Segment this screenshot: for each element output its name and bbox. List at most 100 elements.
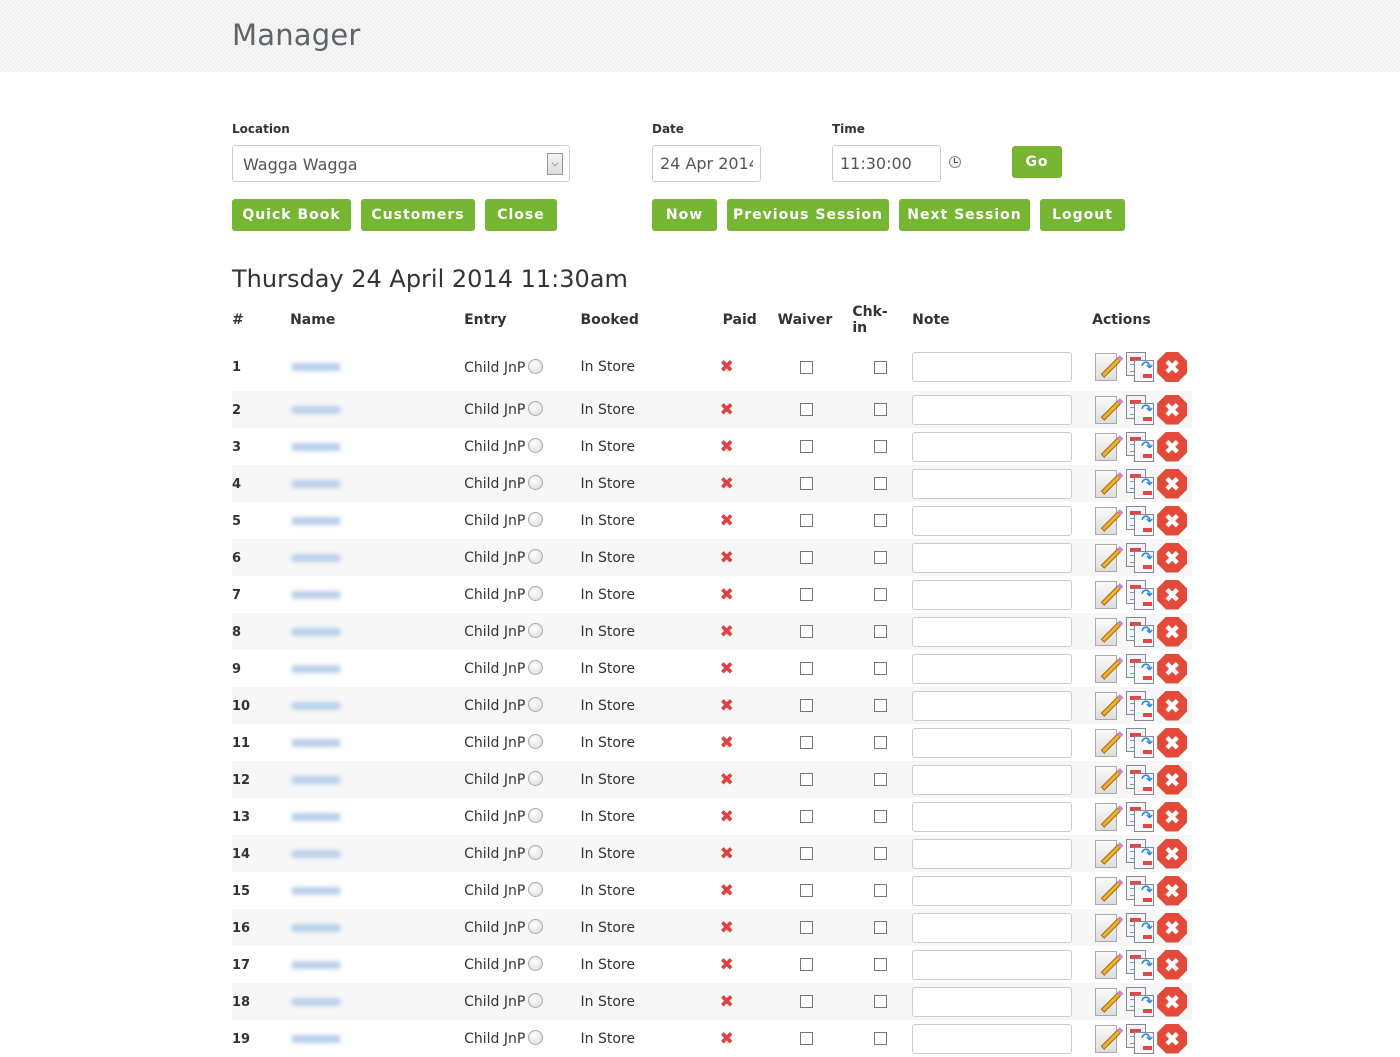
customer-name-link[interactable] <box>291 849 342 858</box>
note-input[interactable] <box>912 431 1073 462</box>
entry-status-icon[interactable] <box>528 623 544 638</box>
time-input[interactable] <box>832 145 941 182</box>
entry-status-icon[interactable] <box>528 734 544 749</box>
clock-icon[interactable] <box>949 156 961 168</box>
red-x-icon[interactable]: ✖ <box>720 548 734 568</box>
waiver-checkbox[interactable] <box>799 773 813 786</box>
entry-status-icon[interactable] <box>528 882 544 897</box>
move-icon[interactable]: ↷ <box>1124 949 1156 981</box>
move-icon[interactable]: ↷ <box>1124 875 1156 907</box>
note-input[interactable] <box>912 352 1073 382</box>
checkin-checkbox[interactable] <box>874 884 888 897</box>
edit-icon[interactable] <box>1092 616 1124 648</box>
entry-status-icon[interactable] <box>528 808 544 823</box>
delete-icon[interactable]: ✖ <box>1156 838 1188 870</box>
red-x-icon[interactable]: ✖ <box>720 696 734 716</box>
delete-icon[interactable]: ✖ <box>1156 351 1188 383</box>
edit-icon[interactable] <box>1092 1023 1124 1055</box>
entry-status-icon[interactable] <box>528 771 544 786</box>
delete-icon[interactable]: ✖ <box>1156 949 1188 981</box>
next-session-button[interactable]: Next Session <box>899 199 1030 231</box>
red-x-icon[interactable]: ✖ <box>720 992 734 1012</box>
checkin-checkbox[interactable] <box>874 360 888 374</box>
note-input[interactable] <box>912 542 1073 573</box>
move-icon[interactable]: ↷ <box>1124 468 1156 500</box>
customer-name-link[interactable] <box>291 405 342 414</box>
edit-icon[interactable] <box>1092 690 1124 722</box>
waiver-checkbox[interactable] <box>799 403 813 416</box>
edit-icon[interactable] <box>1092 351 1124 383</box>
move-icon[interactable]: ↷ <box>1124 394 1156 426</box>
entry-status-icon[interactable] <box>528 697 544 712</box>
red-x-icon[interactable]: ✖ <box>720 511 734 531</box>
entry-status-icon[interactable] <box>528 438 544 453</box>
note-input[interactable] <box>912 505 1073 536</box>
checkin-checkbox[interactable] <box>874 514 888 527</box>
move-icon[interactable]: ↷ <box>1124 653 1156 685</box>
delete-icon[interactable]: ✖ <box>1156 727 1188 759</box>
move-icon[interactable]: ↷ <box>1124 616 1156 648</box>
edit-icon[interactable] <box>1092 912 1124 944</box>
entry-status-icon[interactable] <box>528 845 544 860</box>
customer-name-link[interactable] <box>291 923 342 932</box>
waiver-checkbox[interactable] <box>799 625 813 638</box>
waiver-checkbox[interactable] <box>799 662 813 675</box>
edit-icon[interactable] <box>1092 579 1124 611</box>
edit-icon[interactable] <box>1092 838 1124 870</box>
waiver-checkbox[interactable] <box>799 995 813 1008</box>
waiver-checkbox[interactable] <box>799 477 813 490</box>
note-input[interactable] <box>912 912 1073 943</box>
move-icon[interactable]: ↷ <box>1124 1023 1156 1055</box>
waiver-checkbox[interactable] <box>799 699 813 712</box>
checkin-checkbox[interactable] <box>874 699 888 712</box>
move-icon[interactable]: ↷ <box>1124 542 1156 574</box>
customer-name-link[interactable] <box>291 701 342 710</box>
waiver-checkbox[interactable] <box>799 360 813 374</box>
note-input[interactable] <box>912 949 1073 980</box>
go-button[interactable]: Go <box>1012 146 1062 178</box>
waiver-checkbox[interactable] <box>799 588 813 601</box>
edit-icon[interactable] <box>1092 542 1124 574</box>
move-icon[interactable]: ↷ <box>1124 727 1156 759</box>
red-x-icon[interactable]: ✖ <box>720 881 734 901</box>
delete-icon[interactable]: ✖ <box>1156 394 1188 426</box>
entry-status-icon[interactable] <box>528 993 544 1008</box>
customer-name-link[interactable] <box>291 442 342 451</box>
delete-icon[interactable]: ✖ <box>1156 875 1188 907</box>
delete-icon[interactable]: ✖ <box>1156 912 1188 944</box>
customer-name-link[interactable] <box>291 997 342 1006</box>
delete-icon[interactable]: ✖ <box>1156 542 1188 574</box>
delete-icon[interactable]: ✖ <box>1156 579 1188 611</box>
entry-status-icon[interactable] <box>528 549 544 564</box>
checkin-checkbox[interactable] <box>874 551 888 564</box>
note-input[interactable] <box>912 394 1073 425</box>
move-icon[interactable]: ↷ <box>1124 801 1156 833</box>
delete-icon[interactable]: ✖ <box>1156 616 1188 648</box>
checkin-checkbox[interactable] <box>874 810 888 823</box>
red-x-icon[interactable]: ✖ <box>720 918 734 938</box>
quick-book-button[interactable]: Quick Book <box>232 199 351 231</box>
edit-icon[interactable] <box>1092 801 1124 833</box>
close-button[interactable]: Close <box>485 199 557 231</box>
edit-icon[interactable] <box>1092 764 1124 796</box>
checkin-checkbox[interactable] <box>874 440 888 453</box>
edit-icon[interactable] <box>1092 653 1124 685</box>
customer-name-link[interactable] <box>291 590 342 599</box>
move-icon[interactable]: ↷ <box>1124 912 1156 944</box>
chevron-down-icon[interactable]: ⌵ <box>547 153 563 175</box>
note-input[interactable] <box>912 986 1073 1017</box>
move-icon[interactable]: ↷ <box>1124 986 1156 1018</box>
customer-name-link[interactable] <box>291 479 342 488</box>
move-icon[interactable]: ↷ <box>1124 351 1156 383</box>
edit-icon[interactable] <box>1092 505 1124 537</box>
note-input[interactable] <box>912 616 1073 647</box>
customer-name-link[interactable] <box>291 812 342 821</box>
edit-icon[interactable] <box>1092 431 1124 463</box>
checkin-checkbox[interactable] <box>874 1032 888 1045</box>
customer-name-link[interactable] <box>291 960 342 969</box>
checkin-checkbox[interactable] <box>874 847 888 860</box>
red-x-icon[interactable]: ✖ <box>720 474 734 494</box>
customer-name-link[interactable] <box>291 775 342 784</box>
note-input[interactable] <box>912 1023 1073 1054</box>
entry-status-icon[interactable] <box>528 512 544 527</box>
